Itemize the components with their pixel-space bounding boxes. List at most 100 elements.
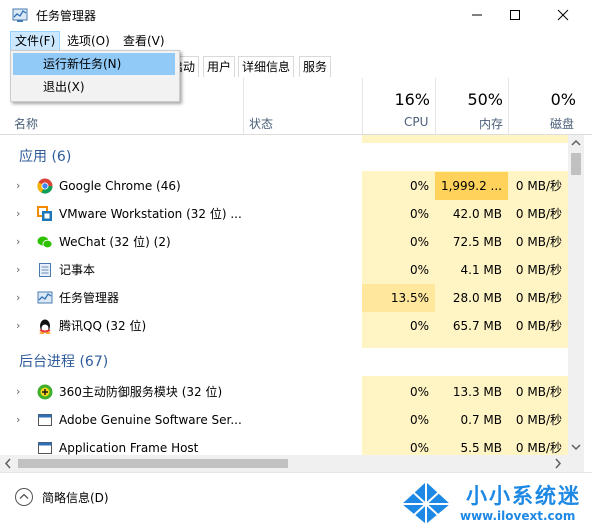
chevron-right-icon[interactable]: › (16, 200, 20, 228)
menu-options[interactable]: 选项(O) (63, 32, 114, 50)
chevron-right-icon[interactable]: › (16, 228, 20, 256)
disk-value: 0 MB/秒 (515, 235, 562, 249)
process-name: 腾讯QQ (32 位) (59, 319, 147, 333)
column-cpu[interactable]: CPU (404, 115, 428, 129)
table-row[interactable]: › 360主动防御服务模块 (32 位) 0% 13.3 MB 0 MB/秒 (0, 378, 568, 406)
horizontal-scroll-thumb[interactable] (18, 459, 288, 468)
scroll-left-icon[interactable] (0, 455, 16, 472)
memory-value: 28.0 MB (452, 291, 502, 305)
disk-value: 0 MB/秒 (515, 319, 562, 333)
fewer-details-label: 简略信息(D) (42, 490, 109, 505)
disk-value: 0 MB/秒 (515, 179, 562, 193)
process-list: 应用 (6) › Google Chrome (46) 0% 1,999.2 .… (0, 135, 568, 455)
tab-users[interactable]: 用户 (203, 56, 236, 77)
close-icon (557, 9, 569, 21)
watermark-url: www.ilovext.com (460, 509, 576, 523)
chevron-up-circle-icon (15, 488, 33, 506)
group-label: 后台进程 (67) (19, 354, 109, 370)
360-icon (37, 384, 53, 400)
process-name: VMware Workstation (32 位) ... (59, 207, 242, 221)
cpu-value: 13.5% (362, 284, 435, 312)
process-name: 360主动防御服务模块 (32 位) (59, 385, 223, 399)
chevron-right-icon[interactable]: › (16, 256, 20, 284)
cpu-value: 0% (409, 385, 429, 399)
fewer-details-button[interactable]: 简略信息(D) (14, 487, 109, 507)
maximize-icon (510, 10, 520, 20)
watermark-logo-icon (402, 482, 450, 524)
column-disk[interactable]: 磁盘 (550, 115, 574, 132)
process-name: WeChat (32 位) (2) (59, 235, 171, 249)
task-manager-app-icon (12, 8, 28, 22)
service-icon (38, 442, 52, 454)
column-memory[interactable]: 内存 (479, 115, 503, 132)
process-name: Adobe Genuine Software Ser... (59, 413, 242, 427)
table-row[interactable]: Application Frame Host 0% 5.5 MB 0 MB/秒 (0, 434, 568, 455)
minimize-icon (472, 14, 482, 16)
chevron-right-icon[interactable]: › (16, 378, 20, 406)
chrome-icon (37, 178, 53, 194)
tab-details[interactable]: 详细信息 (238, 56, 295, 77)
process-name: 任务管理器 (59, 291, 120, 305)
chevron-right-icon[interactable]: › (16, 284, 20, 312)
cpu-value: 0% (409, 441, 429, 455)
menu-item-exit[interactable]: 退出(X) (13, 76, 175, 98)
scroll-right-icon[interactable] (550, 455, 566, 472)
cpu-value: 0% (409, 179, 429, 193)
table-row[interactable]: › 记事本 0% 4.1 MB 0 MB/秒 (0, 256, 568, 284)
site-watermark: 小小系统迷 www.ilovext.com (398, 476, 592, 530)
chevron-right-icon[interactable]: › (16, 312, 20, 340)
task-manager-window: 任务管理器 文件(F) 选项(O) 查看(V) 启动 用户 详细信息 服务 名称… (0, 0, 592, 530)
column-status[interactable]: 状态 (249, 115, 273, 132)
window-title: 任务管理器 (36, 9, 97, 23)
cpu-value: 0% (409, 319, 429, 333)
title-bar[interactable]: 任务管理器 (0, 0, 592, 30)
column-name[interactable]: 名称 (14, 115, 38, 132)
vertical-scroll-thumb[interactable] (571, 153, 581, 175)
scroll-down-icon[interactable] (568, 439, 584, 455)
menu-view[interactable]: 查看(V) (119, 32, 169, 50)
close-button[interactable] (540, 0, 586, 30)
chevron-right-icon[interactable]: › (16, 406, 20, 434)
menu-item-run-new-task[interactable]: 运行新任务(N) (13, 53, 175, 75)
disk-value: 0 MB/秒 (515, 385, 562, 399)
table-row[interactable]: › VMware Workstation (32 位) ... 0% 42.0 … (0, 200, 568, 228)
table-row[interactable]: › Google Chrome (46) 0% 1,999.2 ... 0 MB… (0, 172, 568, 200)
memory-value: 65.7 MB (452, 319, 502, 333)
tab-services[interactable]: 服务 (299, 56, 332, 77)
notepad-icon (39, 263, 51, 277)
maximize-button[interactable] (492, 0, 538, 30)
menu-bar: 文件(F) 选项(O) 查看(V) (0, 30, 592, 52)
group-label: 应用 (6) (19, 149, 72, 165)
group-header-apps[interactable]: 应用 (6) (0, 143, 568, 171)
cpu-total-percent: 16% (394, 90, 430, 109)
table-row[interactable]: › 腾讯QQ (32 位) 0% 65.7 MB 0 MB/秒 (0, 312, 568, 340)
cpu-value: 0% (409, 263, 429, 277)
cpu-value: 0% (409, 235, 429, 249)
disk-value: 0 MB/秒 (515, 291, 562, 305)
memory-value: 42.0 MB (452, 207, 502, 221)
memory-value: 13.3 MB (452, 385, 502, 399)
disk-value: 0 MB/秒 (515, 263, 562, 277)
horizontal-scrollbar[interactable] (0, 455, 584, 472)
process-name: Google Chrome (46) (59, 179, 181, 193)
group-header-background[interactable]: 后台进程 (67) (0, 348, 568, 376)
vmware-icon (37, 206, 52, 221)
qq-icon (39, 319, 51, 334)
table-row[interactable]: › 任务管理器 13.5% 28.0 MB 0 MB/秒 (0, 284, 568, 312)
cpu-value: 0% (409, 413, 429, 427)
disk-total-percent: 0% (550, 90, 576, 109)
memory-value: 1,999.2 ... (435, 172, 508, 200)
table-row[interactable]: › Adobe Genuine Software Ser... 0% 0.7 M… (0, 406, 568, 434)
process-name: 记事本 (59, 263, 96, 277)
table-row[interactable]: › WeChat (32 位) (2) 0% 72.5 MB 0 MB/秒 (0, 228, 568, 256)
disk-value: 0 MB/秒 (515, 207, 562, 221)
taskmgr-icon (37, 291, 53, 304)
memory-value: 0.7 MB (460, 413, 502, 427)
vertical-scrollbar[interactable] (568, 135, 584, 455)
memory-total-percent: 50% (467, 90, 503, 109)
chevron-right-icon[interactable]: › (16, 172, 20, 200)
file-menu-dropdown: 运行新任务(N) 退出(X) (10, 50, 180, 102)
scroll-up-icon[interactable] (568, 135, 584, 151)
cpu-value: 0% (409, 207, 429, 221)
menu-file[interactable]: 文件(F) (10, 31, 61, 51)
